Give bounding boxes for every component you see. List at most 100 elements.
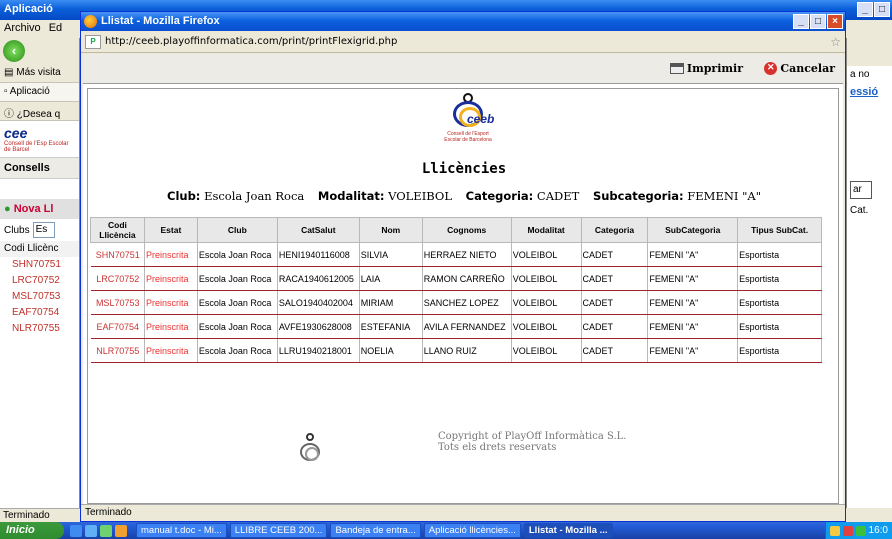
estat-cell: Preinscrita	[144, 290, 198, 315]
subcategoria-cell: FEMENI "A"	[647, 266, 739, 291]
table-row: NLR70755 Preinscrita Escola Joan Roca LL…	[90, 338, 822, 363]
tipus-cell: Esportista	[737, 266, 822, 291]
popup-window-controls: _ □ ×	[793, 14, 843, 29]
site-favicon-icon: P	[85, 34, 101, 49]
quick-launch-icon[interactable]	[115, 524, 127, 537]
nom-cell: MIRIAM	[359, 290, 423, 315]
page-title: Llicències	[421, 161, 507, 177]
clubs-label: Clubs	[4, 224, 30, 236]
bookmark-mas-visitados[interactable]: Más visita	[16, 67, 60, 78]
list-item[interactable]: LRC70752	[0, 273, 79, 289]
tray-icon[interactable]	[842, 525, 853, 536]
modalitat-cell: VOLEIBOL	[511, 338, 582, 363]
categoria-cell: CADET	[581, 242, 649, 267]
url-text[interactable]: http://ceeb.playoffinformatica.com/print…	[105, 36, 826, 47]
print-label: Imprimir	[686, 62, 743, 75]
column-header: Club	[196, 217, 278, 243]
subcategoria-value: FEMENI "A"	[687, 189, 761, 203]
codi-cell: MSL70753	[90, 290, 145, 315]
taskbar-item[interactable]: Aplicació llicències...	[423, 523, 521, 538]
cognoms-cell: AVILA FERNANDEZ	[422, 314, 512, 339]
maximize-icon[interactable]: □	[874, 2, 890, 17]
column-header: Nom	[358, 217, 423, 243]
club-cell: Escola Joan Roca	[197, 242, 278, 267]
background-nav: ‹	[0, 38, 79, 64]
taskbar-item[interactable]: LLIBRE CEEB 200...	[229, 523, 328, 538]
ceeb-logo-mark: ceeb	[445, 93, 494, 131]
right-button[interactable]: ar	[850, 181, 872, 199]
taskbar-item[interactable]: Bandeja de entra...	[330, 523, 421, 538]
maximize-icon[interactable]: □	[810, 14, 826, 29]
list-header: Codi Llicènc	[0, 241, 79, 257]
subcategoria-cell: FEMENI "A"	[647, 290, 739, 315]
tipus-cell: Esportista	[737, 290, 822, 315]
taskbar-item-active[interactable]: Llistat - Mozilla ...	[523, 523, 613, 538]
nova-llicencia-button[interactable]: ● Nova Ll	[0, 199, 79, 219]
list-item[interactable]: EAF70754	[0, 305, 79, 321]
list-item[interactable]: SHN70751	[0, 257, 79, 273]
club-value: Escola Joan Roca	[204, 189, 305, 203]
tray-icon[interactable]	[829, 525, 840, 536]
column-header: Cognoms	[421, 217, 512, 243]
bookmark-star-icon[interactable]: ☆	[830, 35, 841, 49]
bookmark-icon: ▤	[4, 67, 14, 78]
start-button[interactable]: Inicio	[0, 522, 64, 539]
popup-titlebar[interactable]: Llistat - Mozilla Firefox _ □ ×	[81, 12, 845, 31]
quick-launch-icon[interactable]	[100, 524, 112, 537]
copyright-notice: Copyright of PlayOff Informàtica S.L. To…	[438, 431, 626, 453]
right-toolbar	[847, 38, 892, 66]
session-link[interactable]: essió	[847, 83, 892, 101]
nova-llicencia-label: Nova Ll	[13, 203, 54, 215]
cancel-button[interactable]: ✕ Cancelar	[764, 62, 835, 75]
quick-launch-icon[interactable]	[70, 524, 82, 537]
background-logo-subtitle: Consell de l'Esp Escolar de Barcel	[4, 141, 69, 153]
subcategoria-cell: FEMENI "A"	[647, 242, 739, 267]
footer-logo-head	[306, 433, 314, 441]
section-consells[interactable]: Consells	[0, 157, 79, 179]
modalitat-label: Modalitat:	[317, 189, 385, 203]
modalitat-cell: VOLEIBOL	[511, 242, 582, 267]
categoria-cell: CADET	[581, 290, 649, 315]
list-item[interactable]: NLR70755	[0, 321, 79, 337]
tab-aplicacio[interactable]: ▫ Aplicació	[0, 83, 79, 102]
menu-archivo[interactable]: Archivo	[4, 22, 41, 36]
printer-icon	[669, 63, 684, 74]
column-header: Codi Llicència	[90, 217, 145, 243]
catsalut-cell: LLRU1940218001	[277, 338, 360, 363]
table-row: EAF70754 Preinscrita Escola Joan Roca AV…	[90, 314, 822, 339]
copyright-line-2: Tots els drets reservats	[438, 442, 557, 453]
notification-text: ¿Desea q	[16, 109, 61, 120]
back-arrow-icon[interactable]: ‹	[3, 40, 25, 62]
tray-icon[interactable]	[855, 525, 866, 536]
background-window-content: ‹ ▤ Más visita ▫ Aplicació ⓘ ¿Desea q ce…	[0, 38, 80, 508]
add-icon: ●	[4, 203, 11, 215]
modalitat-cell: VOLEIBOL	[511, 290, 582, 315]
club-cell: Escola Joan Roca	[197, 290, 278, 315]
tipus-cell: Esportista	[737, 338, 822, 363]
clubs-select[interactable]: Es	[32, 222, 55, 238]
modalitat-cell: VOLEIBOL	[511, 314, 582, 339]
menu-edit[interactable]: Ed	[49, 22, 62, 36]
taskbar-item[interactable]: manual t.doc - Mi...	[136, 523, 227, 538]
info-icon: ⓘ	[4, 109, 14, 120]
taskbar: Inicio manual t.doc - Mi... LLIBRE CEEB …	[0, 522, 892, 539]
cognoms-cell: HERRAEZ NIETO	[422, 242, 512, 267]
quick-launch-icon[interactable]	[85, 524, 97, 537]
quick-launch	[64, 524, 133, 537]
codi-cell: SHN70751	[90, 242, 145, 267]
estat-cell: Preinscrita	[144, 266, 198, 291]
background-logo: cee Consell de l'Esp Escolar de Barcel	[0, 121, 79, 157]
page-favicon-icon: ▫	[4, 86, 8, 97]
bookmark-toolbar: ▤ Más visita	[0, 64, 79, 83]
minimize-icon[interactable]: _	[793, 14, 809, 29]
codi-cell: LRC70752	[90, 266, 145, 291]
estat-cell: Preinscrita	[144, 242, 198, 267]
print-button[interactable]: Imprimir	[669, 62, 743, 75]
list-item[interactable]: MSL70753	[0, 289, 79, 305]
minimize-icon[interactable]: _	[857, 2, 873, 17]
close-icon[interactable]: ×	[827, 14, 843, 29]
ceeb-logo: ceeb Consell de l'Esport Escolar de Barc…	[413, 93, 523, 153]
nom-cell: NOELIA	[359, 338, 423, 363]
catsalut-cell: HENI1940116008	[277, 242, 360, 267]
categoria-cell: CADET	[581, 266, 649, 291]
